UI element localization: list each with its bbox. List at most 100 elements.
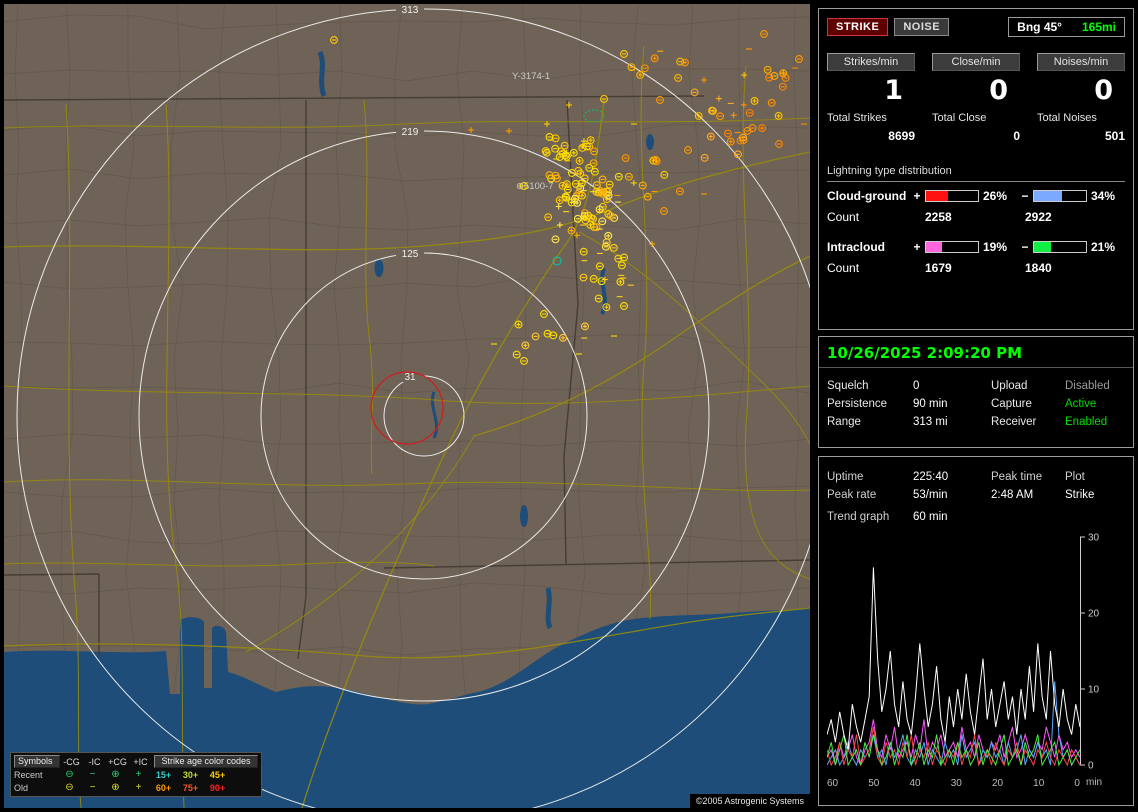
cg-positive-count: 2258 bbox=[925, 210, 952, 224]
sidebar: STRIKE NOISE Bng 45° 165mi Strikes/min C… bbox=[818, 0, 1134, 812]
x-tick: 60 bbox=[827, 778, 839, 789]
receiver-status: Enabled bbox=[1065, 416, 1108, 428]
total-close-label: Total Close bbox=[932, 112, 987, 124]
plot-mode-value: Strike bbox=[1065, 489, 1095, 501]
legend-symbols-header: Symbols bbox=[14, 755, 60, 768]
cloud-ground-row: Cloud-ground + 26% − 34% bbox=[827, 189, 1125, 203]
capture-label: Capture bbox=[991, 398, 1032, 410]
intracloud-label: Intracloud bbox=[827, 240, 886, 254]
x-tick: 20 bbox=[991, 778, 1004, 789]
minus-icon: − bbox=[89, 769, 96, 780]
legend-old-row: Old ⊖ − ⊕ + 60+ 75+ 90+ bbox=[14, 781, 258, 794]
close-per-min-value: 0 bbox=[989, 75, 1008, 106]
map-canvas: 313 219 125 31 Y-3174-1 ⊕5100-7 bbox=[4, 4, 810, 808]
svg-text:30: 30 bbox=[1088, 533, 1100, 544]
datetime-display: 10/26/2025 2:09:20 PM bbox=[827, 344, 1022, 362]
cg-negative-bar bbox=[1033, 190, 1087, 202]
receiver-label: Receiver bbox=[991, 416, 1037, 428]
ic-positive-bar bbox=[925, 241, 979, 253]
status-row: Squelch 0 Upload Disabled bbox=[827, 380, 1125, 392]
status-panel: 10/26/2025 2:09:20 PM Squelch 0 Upload D… bbox=[818, 336, 1134, 448]
svg-text:Y-3174-1: Y-3174-1 bbox=[512, 71, 550, 82]
legend-col-icpos: +IC bbox=[133, 756, 148, 767]
total-close-value: 0 bbox=[1013, 129, 1020, 143]
cg-positive-bar bbox=[925, 190, 979, 202]
minus-icon: − bbox=[89, 782, 96, 793]
strike-mode-button[interactable]: STRIKE bbox=[827, 18, 889, 36]
plot-label: Plot bbox=[1065, 471, 1085, 483]
legend-col-icneg: -IC bbox=[88, 756, 101, 767]
x-tick-labels: 60 50 40 30 20 10 0 bbox=[827, 778, 1080, 789]
app-window: { "map": { "background": "#6f6257", "cop… bbox=[0, 0, 1138, 812]
totals-value-row: 8699 0 501 bbox=[827, 129, 1125, 143]
bearing-range-box[interactable]: Bng 45° 165mi bbox=[1008, 17, 1125, 37]
plus-icon: + bbox=[913, 240, 921, 254]
strikes-per-min-value: 1 bbox=[884, 75, 903, 106]
distribution-title: Lightning type distribution bbox=[827, 165, 952, 177]
noises-per-min-button[interactable]: Noises/min bbox=[1037, 53, 1125, 71]
copyright-notice: ©2005 Astrogenic Systems bbox=[689, 794, 810, 808]
circle-plus-icon: ⊕ bbox=[111, 769, 120, 780]
ic-positive-pct: 19% bbox=[983, 240, 1008, 254]
range-value: 165mi bbox=[1081, 20, 1116, 34]
svg-text:20: 20 bbox=[1088, 609, 1100, 620]
cloud-ground-count-row: Count 2258 2922 bbox=[827, 210, 1125, 224]
status-row: Persistence 90 min Capture Active bbox=[827, 398, 1125, 410]
info-row: Peak rate 53/min 2:48 AM Strike bbox=[827, 489, 1125, 501]
legend-col-cgpos: +CG bbox=[108, 756, 127, 767]
info-row: Uptime 225:40 Peak time Plot bbox=[827, 471, 1125, 483]
squelch-label: Squelch bbox=[827, 380, 869, 392]
lightning-map[interactable]: 313 219 125 31 Y-3174-1 ⊕5100-7 Symbols -CG … bbox=[4, 4, 810, 808]
cg-positive-pct: 26% bbox=[983, 189, 1008, 203]
strikes-per-min-button[interactable]: Strikes/min bbox=[827, 53, 915, 71]
total-noises-value: 501 bbox=[1104, 129, 1125, 143]
rate-header-row: Strikes/min Close/min Noises/min bbox=[827, 53, 1125, 71]
trend-graph-row: Trend graph 60 min bbox=[827, 511, 1125, 523]
trend-panel: Uptime 225:40 Peak time Plot Peak rate 5… bbox=[818, 456, 1134, 806]
peak-time-label: Peak time bbox=[991, 471, 1043, 483]
cg-negative-pct: 34% bbox=[1091, 189, 1116, 203]
upload-label: Upload bbox=[991, 380, 1028, 392]
status-grid: Squelch 0 Upload Disabled Persistence 90… bbox=[819, 370, 1133, 438]
age-15: 15+ bbox=[155, 769, 172, 780]
total-strikes-label: Total Strikes bbox=[827, 112, 887, 124]
x-tick: 0 bbox=[1074, 778, 1080, 789]
range-label: Range bbox=[827, 416, 861, 428]
uptime-grid: Uptime 225:40 Peak time Plot Peak rate 5… bbox=[827, 471, 1125, 501]
persistence-label: Persistence bbox=[827, 398, 888, 410]
legend-col-cgneg: -CG bbox=[63, 756, 80, 767]
age-60: 60+ bbox=[155, 782, 172, 793]
trend-graph-label: Trend graph bbox=[827, 511, 890, 523]
capture-status: Active bbox=[1065, 398, 1097, 410]
peak-rate-label: Peak rate bbox=[827, 489, 877, 501]
intracloud-row: Intracloud + 19% − 21% bbox=[827, 240, 1125, 254]
svg-text:0: 0 bbox=[1088, 761, 1094, 772]
close-per-min-button[interactable]: Close/min bbox=[932, 53, 1020, 71]
x-tick: 40 bbox=[909, 778, 921, 789]
trend-graph-canvas: 30 20 10 0 bbox=[826, 533, 1100, 772]
svg-text:31: 31 bbox=[404, 372, 416, 383]
squelch-value: 0 bbox=[913, 380, 920, 392]
persistence-value: 90 min bbox=[913, 398, 948, 410]
age-90: 90+ bbox=[209, 782, 226, 793]
rate-values-row: 1 0 0 bbox=[827, 75, 1125, 106]
total-noises-label: Total Noises bbox=[1037, 112, 1097, 124]
trend-window-value: 60 min bbox=[913, 511, 948, 523]
x-tick: 50 bbox=[868, 778, 880, 789]
plus-icon: + bbox=[135, 782, 142, 793]
bearing-value: Bng 45° bbox=[1017, 20, 1062, 34]
trend-graph: 30 20 10 0 60 50 40 30 20 10 0 min bbox=[826, 533, 1125, 789]
mode-row: STRIKE NOISE Bng 45° 165mi bbox=[827, 17, 1125, 37]
ic-positive-count: 1679 bbox=[925, 261, 952, 275]
legend-recent-label: Recent bbox=[14, 769, 43, 780]
ic-negative-count: 1840 bbox=[1025, 261, 1052, 275]
age-75: 75+ bbox=[182, 782, 199, 793]
svg-text:313: 313 bbox=[402, 5, 419, 16]
count-label: Count bbox=[827, 261, 860, 275]
uptime-label: Uptime bbox=[827, 471, 864, 483]
svg-text:219: 219 bbox=[402, 127, 419, 138]
noises-per-min-value: 0 bbox=[1094, 75, 1113, 106]
totals-label-row: Total Strikes Total Close Total Noises bbox=[827, 112, 1125, 124]
x-tick: 10 bbox=[1033, 778, 1045, 789]
noise-mode-button[interactable]: NOISE bbox=[894, 18, 950, 36]
